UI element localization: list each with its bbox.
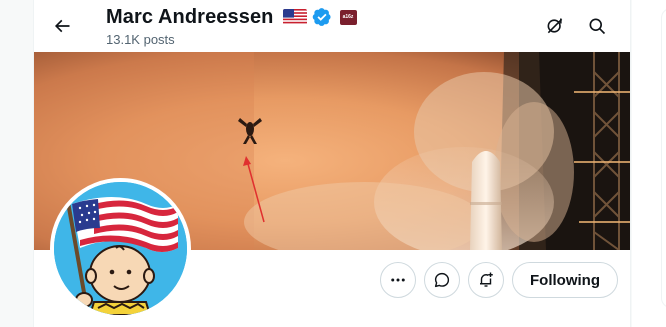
left-gutter [0,0,33,327]
verified-badge-icon[interactable] [312,7,332,27]
notifications-button[interactable] [468,262,504,298]
search-icon [589,18,606,35]
avatar[interactable] [50,178,191,319]
profile-column: Marc Andreessen a16z 13.1K posts Followi… [33,0,631,327]
profile-name: Marc Andreessen [106,5,274,28]
back-button[interactable] [44,8,80,44]
affiliation-badge[interactable]: a16z [339,9,357,25]
search-button[interactable] [579,8,615,44]
back-arrow-icon [54,19,70,33]
message-button[interactable] [424,262,460,298]
message-icon [434,272,450,288]
more-icon [391,278,405,282]
avatar-image [54,182,187,315]
more-button[interactable] [380,262,416,298]
sidebar-card-edge [661,8,666,308]
following-button[interactable]: Following [512,262,618,298]
post-count: 13.1K posts [106,32,175,47]
grok-button[interactable] [537,8,573,44]
notification-bell-icon [480,272,493,287]
profile-header: Marc Andreessen a16z 13.1K posts [34,0,630,52]
profile-title-block: Marc Andreessen a16z 13.1K posts [106,5,357,47]
grok-icon [547,18,563,34]
us-flag-icon [282,9,307,25]
